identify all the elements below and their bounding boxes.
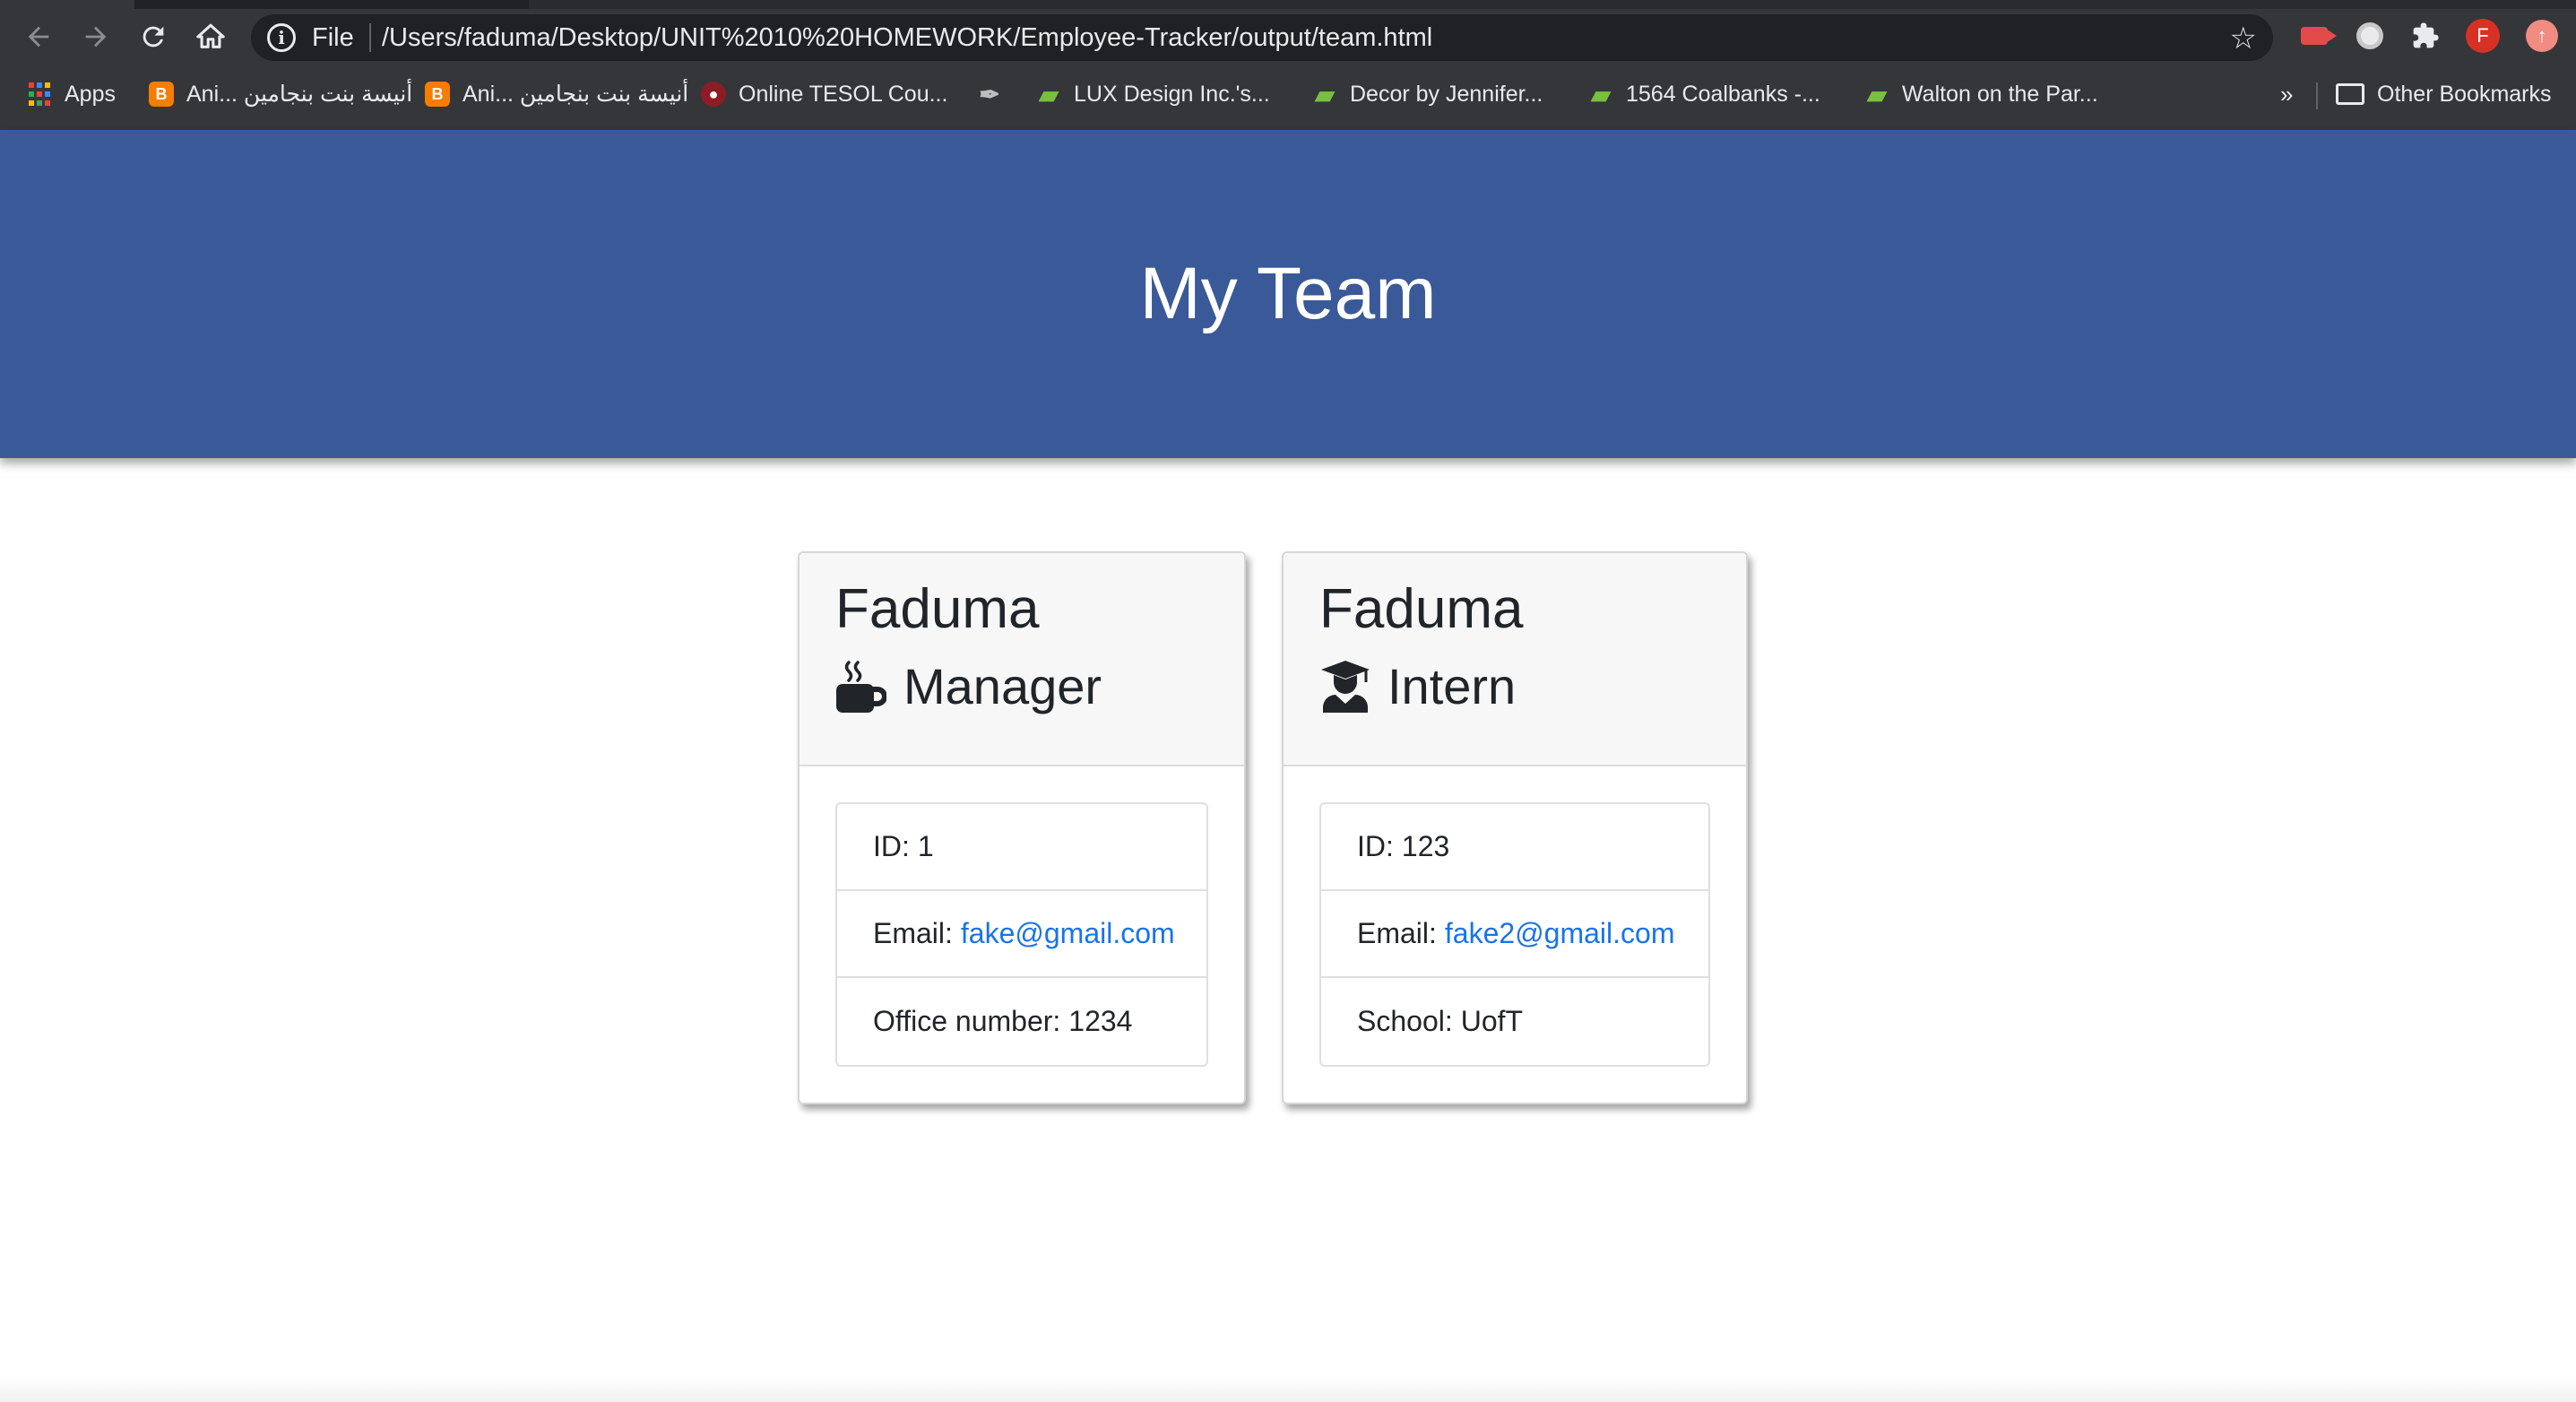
blogger-icon: B xyxy=(425,82,450,107)
info-icon[interactable]: i xyxy=(267,23,296,52)
graduate-icon xyxy=(1319,661,1371,713)
extensions-puzzle-icon[interactable] xyxy=(2407,18,2443,54)
bookmark-decor-jennifer[interactable]: ▰ Decor by Jennifer... xyxy=(1312,77,1543,111)
bookmark-star-icon[interactable]: ☆ xyxy=(2230,21,2257,56)
role-label: Intern xyxy=(1387,658,1517,714)
bookmark-walton[interactable]: ▰ Walton on the Par... xyxy=(1864,77,2098,111)
tesol-icon: ● xyxy=(701,82,726,107)
page-content: My Team Faduma Manager ID: 1 Email: fake… xyxy=(0,130,2576,1402)
bookmark-label: LUX Design Inc.'s... xyxy=(1074,81,1270,107)
employee-card-manager: Faduma Manager ID: 1 Email: fake@gmail.c… xyxy=(798,551,1246,1104)
detail-id: ID: 123 xyxy=(1321,804,1708,891)
employee-name: Faduma xyxy=(1319,578,1524,640)
detail-label: Email: xyxy=(1357,917,1437,949)
bookmark-tesol[interactable]: ● Online TESOL Cou... xyxy=(701,77,947,111)
home-icon[interactable] xyxy=(188,14,233,59)
detail-office-number: Office number: 1234 xyxy=(837,978,1206,1065)
email-link[interactable]: fake2@gmail.com xyxy=(1445,917,1675,950)
bookmark-blogger-1[interactable]: B Ani... أنيسة بنت بنجامين xyxy=(149,77,412,111)
employee-card-intern: Faduma Intern ID: 123 Email: fake2@gmail… xyxy=(1282,551,1748,1104)
bookmark-blogger-2[interactable]: B Ani... أنيسة بنت بنجامين xyxy=(425,77,688,111)
houzz-icon: ▰ xyxy=(1315,80,1335,108)
tab-strip xyxy=(0,0,2576,9)
url-scheme: File xyxy=(312,23,354,52)
employee-details-list: ID: 1 Email: fake@gmail.com Office numbe… xyxy=(835,802,1208,1067)
team-header: My Team xyxy=(0,130,2576,458)
detail-value: UofT xyxy=(1460,1005,1524,1037)
card-header: Faduma Manager xyxy=(800,553,1244,766)
detail-email: Email: fake2@gmail.com xyxy=(1321,891,1708,978)
browser-toolbar: i File /Users/faduma/Desktop/UNIT%2010%2… xyxy=(0,9,2576,65)
url-text[interactable]: /Users/faduma/Desktop/UNIT%2010%20HOMEWO… xyxy=(382,23,1432,53)
detail-school: School: UofT xyxy=(1321,978,1708,1065)
detail-id: ID: 1 xyxy=(837,804,1206,891)
bookmark-lux-design[interactable]: ▰ LUX Design Inc.'s... xyxy=(1036,77,1270,111)
card-body: ID: 123 Email: fake2@gmail.com School: U… xyxy=(1284,766,1746,1103)
more-bookmarks-chevron[interactable]: » xyxy=(2280,81,2293,108)
bookmarks-divider xyxy=(2316,82,2318,109)
page-title: My Team xyxy=(1139,253,1437,334)
reload-icon[interactable] xyxy=(131,14,176,59)
feather-icon: ✒ xyxy=(979,80,1000,108)
detail-label: School: xyxy=(1357,1005,1453,1037)
bookmark-coalbanks[interactable]: ▰ 1564 Coalbanks -... xyxy=(1588,77,1820,111)
browser-chrome: i File /Users/faduma/Desktop/UNIT%2010%2… xyxy=(0,0,2576,130)
other-bookmarks[interactable]: Other Bookmarks xyxy=(2336,77,2552,111)
bookmark-apps[interactable]: Apps xyxy=(27,77,116,111)
detail-value: 123 xyxy=(1401,830,1450,862)
detail-label: Office number: xyxy=(873,1005,1061,1037)
bookmark-feather[interactable]: ✒ xyxy=(977,77,1002,111)
bookmark-label: Decor by Jennifer... xyxy=(1350,81,1543,107)
employee-details-list: ID: 123 Email: fake2@gmail.com School: U… xyxy=(1319,802,1710,1067)
screen-recorder-extension-icon[interactable] xyxy=(2296,18,2337,54)
tab-inactive[interactable] xyxy=(529,0,2576,9)
bookmark-label: Ani... أنيسة بنت بنجامين xyxy=(186,82,413,107)
detail-label: ID: xyxy=(1357,830,1394,862)
bookmarks-bar: Apps B Ani... أنيسة بنت بنجامين B Ani...… xyxy=(0,72,2576,117)
url-divider xyxy=(369,23,371,52)
back-arrow-icon[interactable] xyxy=(16,14,61,59)
folder-icon xyxy=(2336,83,2364,105)
bookmark-label: Apps xyxy=(65,81,116,107)
houzz-icon: ▰ xyxy=(1039,80,1059,108)
detail-label: ID: xyxy=(873,830,910,862)
bookmark-label: Ani... أنيسة بنت بنجامين xyxy=(462,82,689,107)
bookmark-label: Online TESOL Cou... xyxy=(739,81,948,107)
bookmark-label: 1564 Coalbanks -... xyxy=(1626,81,1820,107)
profile-avatar[interactable]: F xyxy=(2465,18,2501,54)
role-label: Manager xyxy=(903,658,1102,714)
houzz-icon: ▰ xyxy=(1591,80,1611,108)
houzz-icon: ▰ xyxy=(1867,80,1887,108)
extension-circle-icon[interactable] xyxy=(2352,18,2388,54)
detail-value: 1 xyxy=(917,830,934,862)
update-icon[interactable]: ↑ xyxy=(2524,18,2560,54)
avatar-letter: F xyxy=(2466,19,2500,53)
address-bar[interactable]: i File /Users/faduma/Desktop/UNIT%2010%2… xyxy=(251,14,2273,61)
detail-label: Email: xyxy=(873,917,953,949)
email-link[interactable]: fake@gmail.com xyxy=(961,917,1175,950)
employee-role: Intern xyxy=(1319,661,1710,713)
employee-name: Faduma xyxy=(835,578,1040,640)
blogger-icon: B xyxy=(149,82,174,107)
detail-email: Email: fake@gmail.com xyxy=(837,891,1206,978)
detail-value: 1234 xyxy=(1068,1005,1133,1037)
page-bottom-shadow xyxy=(0,1376,2576,1402)
employee-role: Manager xyxy=(835,661,1208,713)
card-body: ID: 1 Email: fake@gmail.com Office numbe… xyxy=(800,766,1244,1103)
apps-grid-icon xyxy=(27,82,52,107)
bookmark-label: Walton on the Par... xyxy=(1902,81,2098,107)
tab-active[interactable] xyxy=(0,0,134,9)
other-bookmarks-label: Other Bookmarks xyxy=(2377,81,2552,107)
card-header: Faduma Intern xyxy=(1284,553,1746,766)
forward-arrow-icon[interactable] xyxy=(73,14,118,59)
coffee-mug-icon xyxy=(835,661,887,713)
